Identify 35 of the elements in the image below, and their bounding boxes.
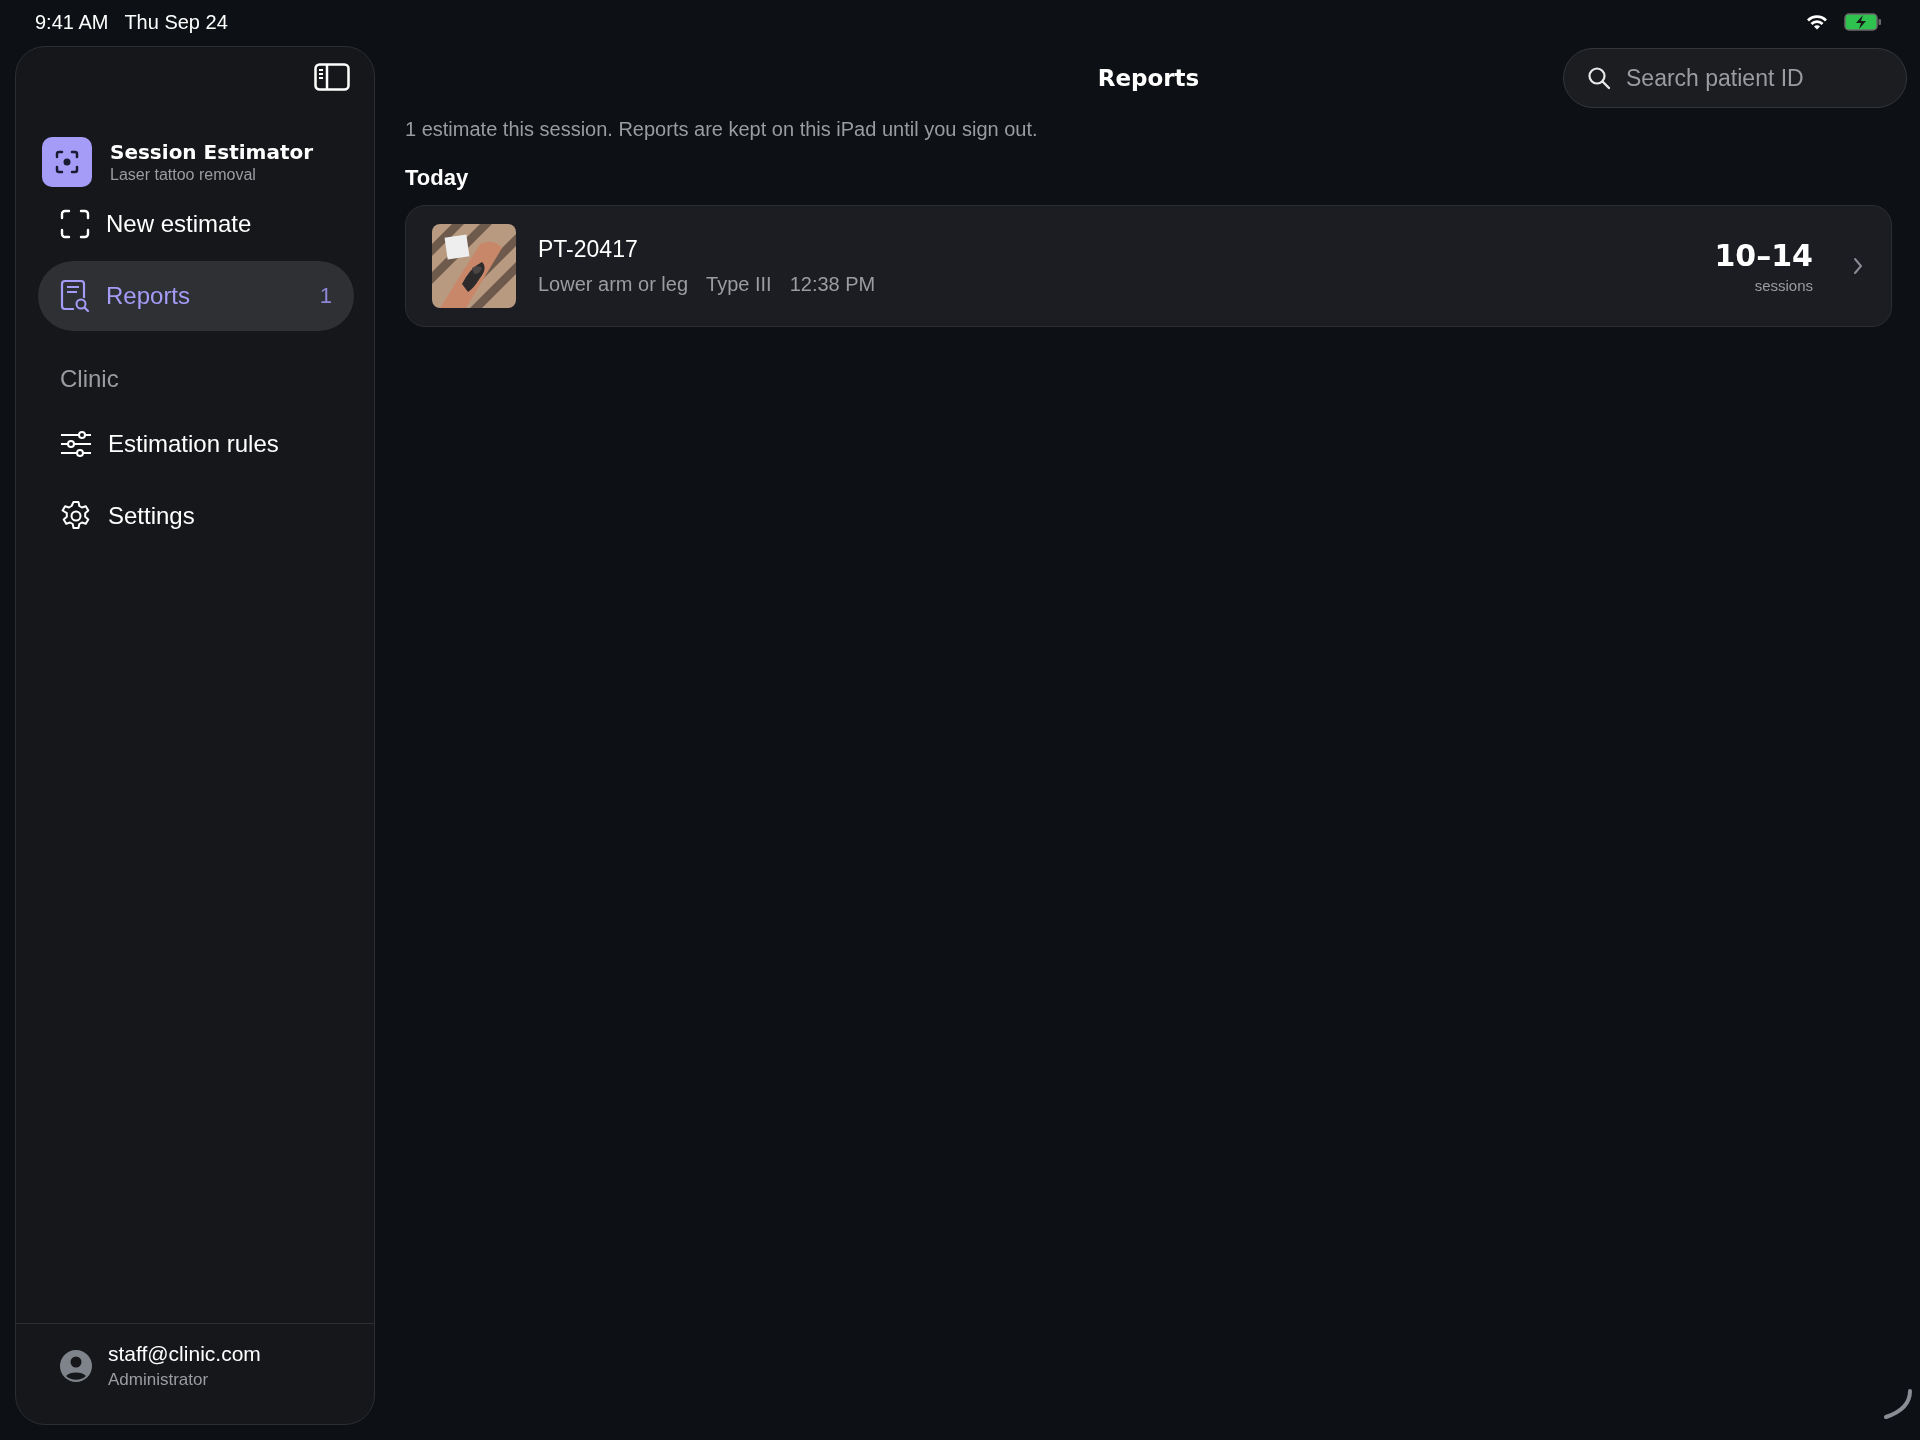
account-email: staff@clinic.com <box>108 1342 261 1366</box>
wifi-icon <box>1806 14 1828 30</box>
patient-id: PT-20417 <box>538 236 639 263</box>
sidebar-toggle-icon[interactable] <box>314 63 350 91</box>
app-subtitle: Laser tattoo removal <box>110 166 257 184</box>
document-search-icon <box>60 279 90 313</box>
sessions-label: sessions <box>1754 277 1813 294</box>
status-date: Thu Sep 24 <box>124 10 228 34</box>
avatar-icon <box>60 1350 92 1382</box>
report-time: 12:38 PM <box>789 273 876 296</box>
body-region: Lower arm or leg <box>538 273 689 296</box>
settings-icon <box>60 500 92 532</box>
sessions-range: 10–14 <box>1714 238 1813 273</box>
corner-arc-icon <box>1882 1389 1912 1419</box>
scan-frame-icon <box>60 209 90 239</box>
skin-type: Type III <box>706 273 772 296</box>
count-label: 1 <box>319 283 332 309</box>
account-role: Administrator <box>108 1370 210 1390</box>
group-heading: Today <box>405 165 470 191</box>
sidebar-item[interactable]: Reports 1 <box>38 261 354 331</box>
summary-text: 1 estimate this session. Reports are kept on this iPad until you sign out. <box>405 118 1039 141</box>
sidebar-item[interactable]: New estimate <box>38 189 354 259</box>
search-field[interactable]: Search patient ID <box>1563 48 1907 108</box>
report-card[interactable]: PT-20417 Lower arm or leg Type III 12:38 PM 10–14 sessions <box>405 205 1892 327</box>
sidebar-item[interactable]: Settings <box>38 481 354 551</box>
app-name: Session Estimator <box>110 140 314 164</box>
sliders-icon <box>60 430 92 458</box>
sidebar-item[interactable]: Estimation rules <box>38 409 354 479</box>
section-heading: Clinic <box>59 364 120 394</box>
search-icon <box>1587 66 1611 90</box>
battery-icon <box>1844 13 1882 31</box>
chevron-right-icon <box>1853 257 1863 275</box>
page-title: Reports <box>1097 65 1200 91</box>
status-time: 9:41 AM <box>35 10 109 34</box>
app-logo-icon <box>42 137 92 187</box>
